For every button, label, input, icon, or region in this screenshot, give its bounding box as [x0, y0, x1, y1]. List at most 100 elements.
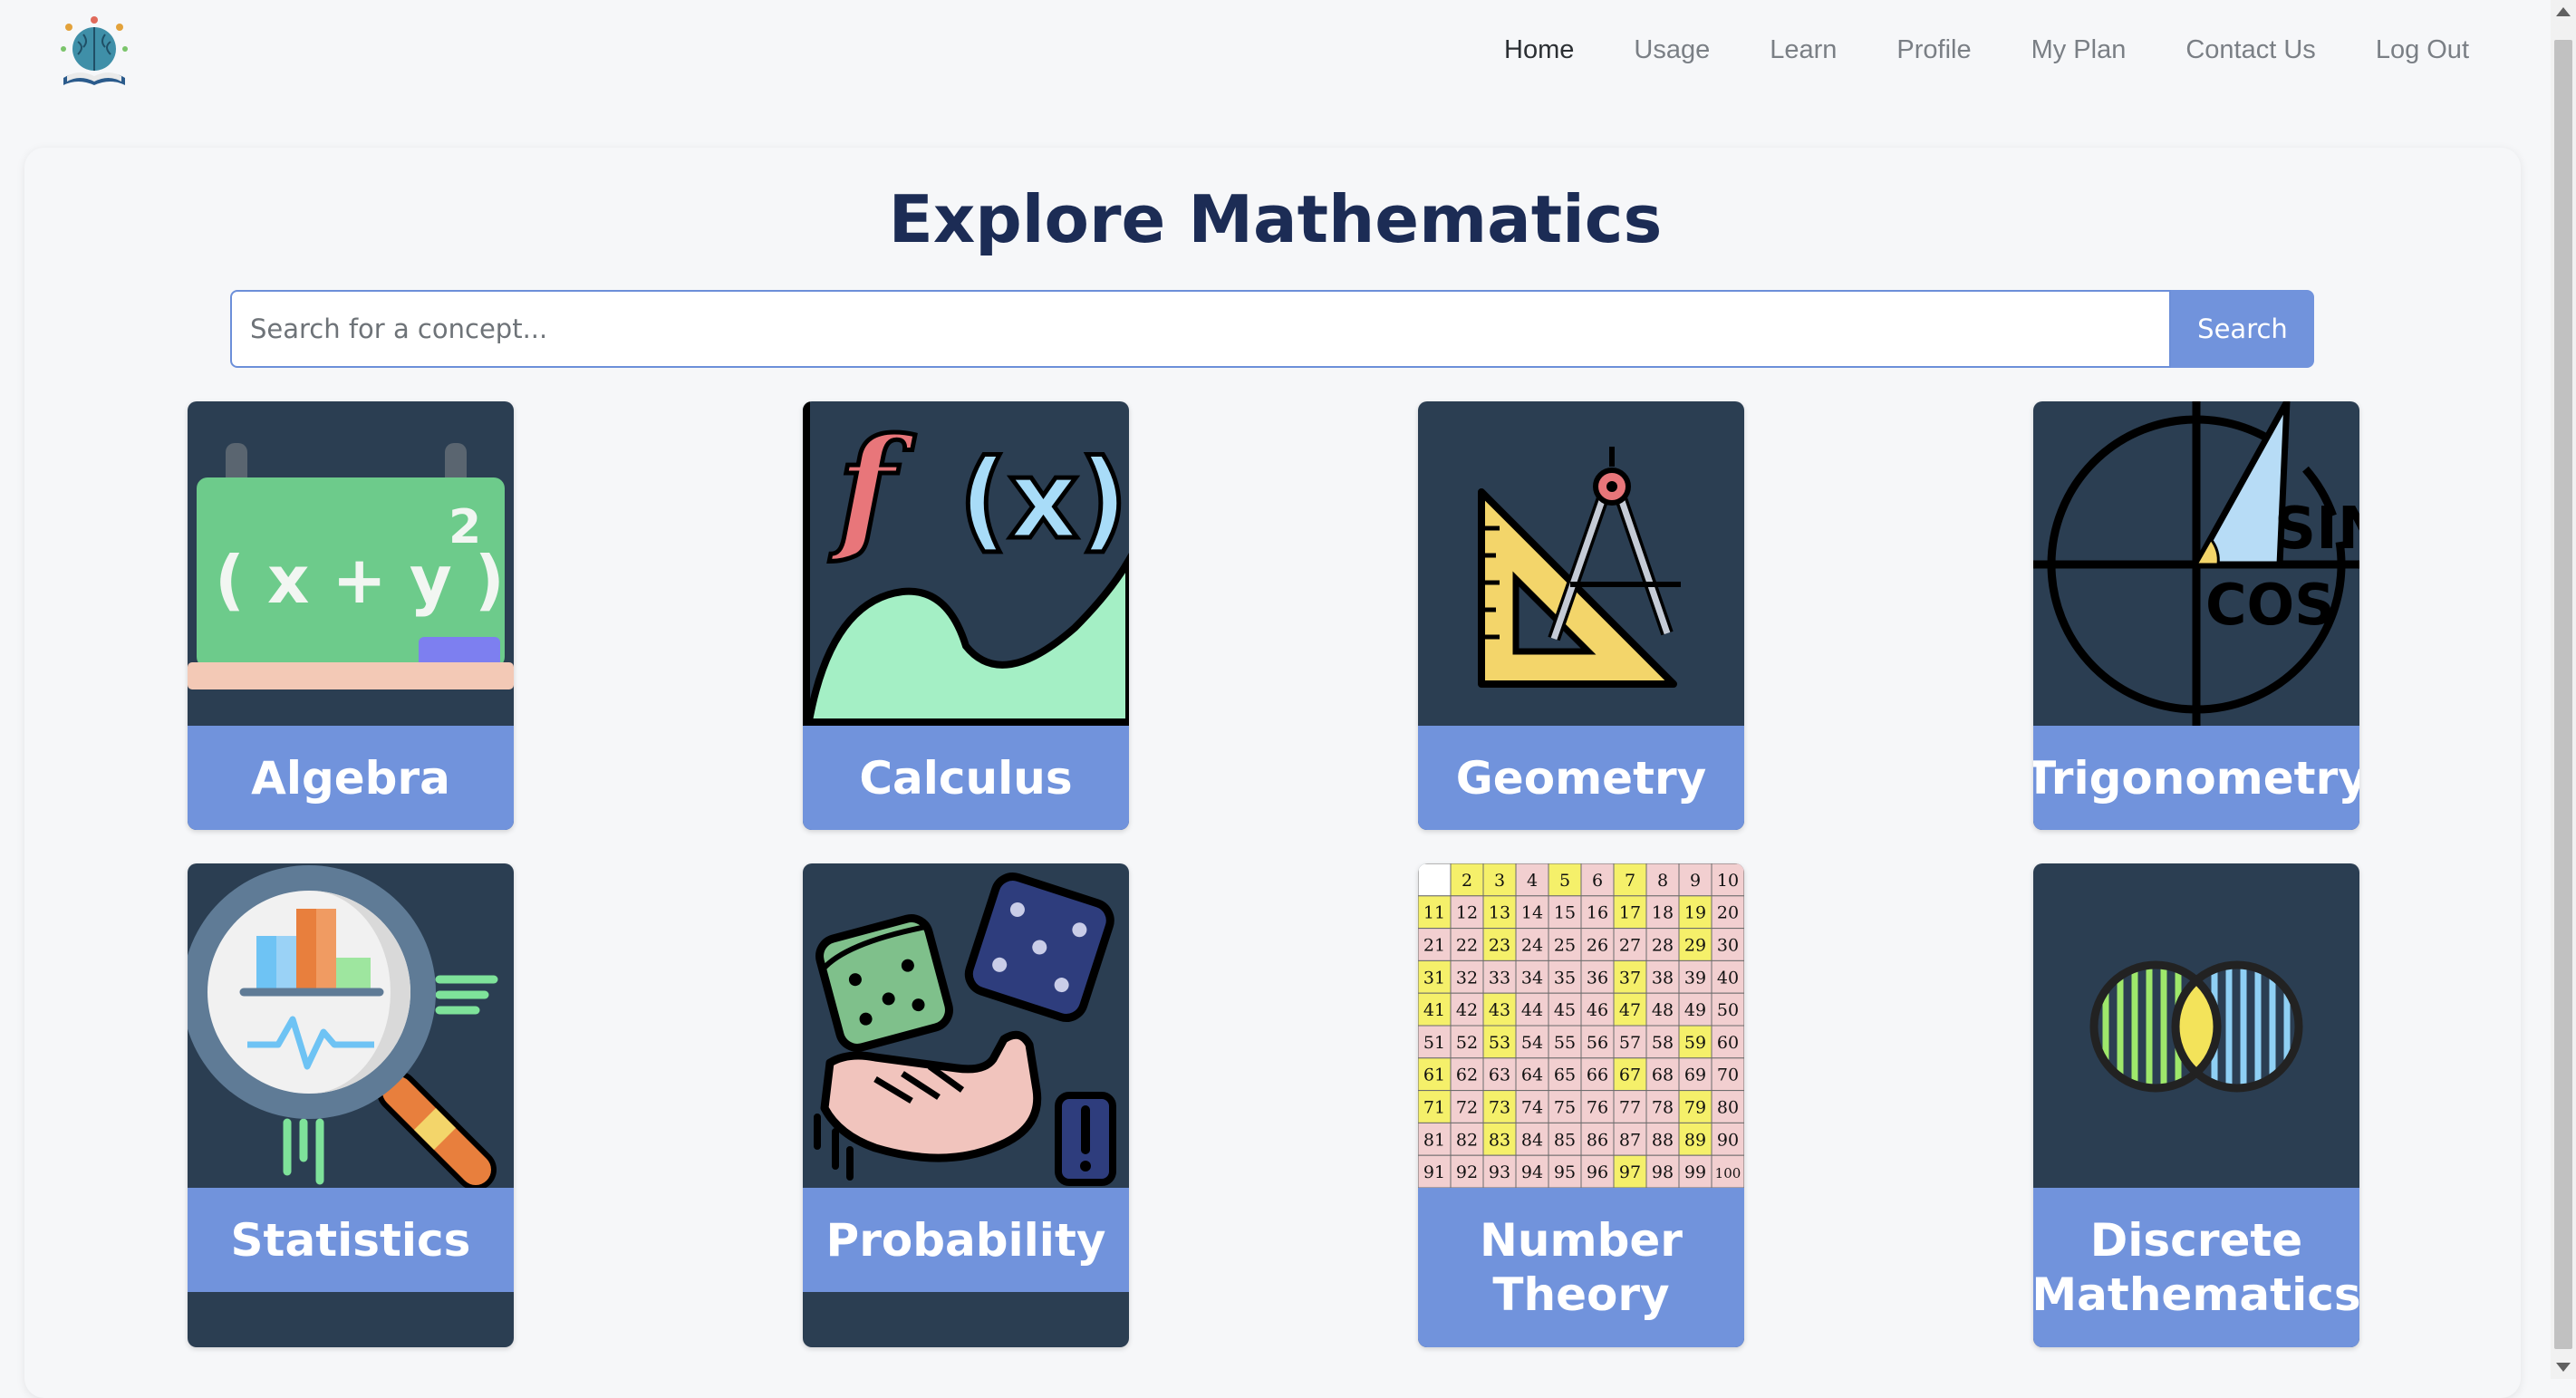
topic-card-trigonometry[interactable]: SIN COS Trigonometry: [2033, 401, 2359, 830]
page-scrollbar[interactable]: [2551, 0, 2576, 1379]
svg-text:11: 11: [1423, 903, 1445, 923]
calculus-f-text: f: [829, 409, 915, 568]
svg-text:22: 22: [1456, 936, 1478, 956]
topic-label: Number Theory: [1418, 1188, 1744, 1347]
svg-text:91: 91: [1423, 1162, 1445, 1182]
svg-text:77: 77: [1619, 1098, 1641, 1118]
svg-text:66: 66: [1587, 1065, 1608, 1085]
svg-text:90: 90: [1717, 1130, 1739, 1150]
svg-text:10: 10: [1717, 871, 1739, 891]
svg-text:78: 78: [1652, 1098, 1674, 1118]
svg-text:2: 2: [1462, 871, 1472, 891]
svg-text:23: 23: [1489, 936, 1510, 956]
nav-log-out-link[interactable]: Log Out: [2376, 35, 2469, 65]
svg-text:24: 24: [1521, 936, 1543, 956]
svg-text:36: 36: [1587, 968, 1608, 988]
svg-text:86: 86: [1587, 1130, 1608, 1150]
svg-text:52: 52: [1456, 1033, 1478, 1053]
scroll-down-arrow-icon[interactable]: [2556, 1363, 2571, 1372]
svg-text:64: 64: [1521, 1065, 1543, 1085]
brain-book-logo-icon[interactable]: [56, 14, 132, 91]
topic-label: Algebra: [188, 726, 514, 830]
svg-text:8: 8: [1657, 871, 1668, 891]
svg-text:56: 56: [1587, 1033, 1608, 1053]
svg-text:74: 74: [1521, 1098, 1543, 1118]
calculus-x-text: (x): [959, 438, 1128, 564]
svg-text:85: 85: [1554, 1130, 1576, 1150]
topic-card-calculus[interactable]: f (x) Calculus: [803, 401, 1129, 830]
topic-card-algebra[interactable]: ( x + y ) 2 Algebra: [188, 401, 514, 830]
nav-contact-us-link[interactable]: Contact Us: [2185, 35, 2315, 65]
search-input[interactable]: [230, 290, 2171, 368]
nav-profile-link[interactable]: Profile: [1896, 35, 1971, 65]
svg-text:17: 17: [1619, 903, 1641, 923]
svg-text:21: 21: [1423, 936, 1445, 956]
function-graph-icon: f (x): [803, 401, 1129, 729]
svg-text:3: 3: [1494, 871, 1505, 891]
svg-text:94: 94: [1521, 1162, 1543, 1182]
search-bar: Search: [230, 290, 2314, 368]
svg-text:82: 82: [1456, 1130, 1478, 1150]
svg-text:97: 97: [1619, 1162, 1641, 1182]
svg-text:31: 31: [1423, 968, 1445, 988]
svg-text:81: 81: [1423, 1130, 1445, 1150]
svg-text:99: 99: [1684, 1162, 1706, 1182]
topic-card-discrete-mathematics[interactable]: Discrete Mathematics: [2033, 863, 2359, 1347]
chalkboard-formula-icon: ( x + y ) 2: [188, 401, 514, 726]
svg-text:71: 71: [1423, 1098, 1445, 1118]
page-title: Explore Mathematics: [888, 181, 1663, 257]
topic-label: Probability: [803, 1188, 1129, 1292]
svg-text:76: 76: [1587, 1098, 1608, 1118]
svg-text:100: 100: [1715, 1165, 1741, 1181]
svg-text:88: 88: [1652, 1130, 1674, 1150]
svg-text:75: 75: [1554, 1098, 1576, 1118]
svg-text:42: 42: [1456, 1000, 1478, 1020]
scroll-thumb[interactable]: [2554, 40, 2572, 1349]
svg-text:87: 87: [1619, 1130, 1641, 1150]
topic-label: Calculus: [803, 726, 1129, 830]
ruler-compass-icon: [1418, 401, 1744, 726]
svg-text:27: 27: [1619, 936, 1641, 956]
svg-text:58: 58: [1652, 1033, 1674, 1053]
topic-card-probability[interactable]: Probability: [803, 863, 1129, 1347]
unit-circle-icon: SIN COS: [2033, 401, 2359, 726]
nav-usage-link[interactable]: Usage: [1634, 35, 1710, 65]
topic-label: Geometry: [1418, 726, 1744, 830]
svg-text:83: 83: [1489, 1130, 1510, 1150]
svg-text:12: 12: [1456, 903, 1478, 923]
trig-sin-text: SIN: [2274, 496, 2359, 563]
svg-text:67: 67: [1619, 1065, 1641, 1085]
nav-my-plan-link[interactable]: My Plan: [2031, 35, 2127, 65]
trig-cos-text: COS: [2205, 572, 2335, 638]
svg-text:26: 26: [1587, 936, 1608, 956]
topic-label: Discrete Mathematics: [2033, 1188, 2359, 1347]
dice-hand-icon: [803, 863, 1129, 1188]
svg-text:49: 49: [1684, 1000, 1706, 1020]
svg-text:29: 29: [1684, 936, 1706, 956]
nav-learn-link[interactable]: Learn: [1770, 35, 1837, 65]
nav-home-link[interactable]: Home: [1504, 35, 1574, 65]
svg-text:32: 32: [1456, 968, 1478, 988]
svg-text:92: 92: [1456, 1162, 1478, 1182]
svg-text:69: 69: [1684, 1065, 1706, 1085]
topic-label: Trigonometry: [2033, 726, 2359, 830]
topic-card-geometry[interactable]: Geometry: [1418, 401, 1744, 830]
svg-text:15: 15: [1554, 903, 1576, 923]
svg-text:5: 5: [1559, 871, 1570, 891]
svg-text:14: 14: [1521, 903, 1543, 923]
svg-text:60: 60: [1717, 1033, 1739, 1053]
topic-card-statistics[interactable]: Statistics: [188, 863, 514, 1347]
svg-text:38: 38: [1652, 968, 1674, 988]
algebra-exponent-text: 2: [449, 500, 481, 554]
search-button[interactable]: Search: [2171, 290, 2314, 368]
topic-label: Statistics: [188, 1188, 514, 1292]
svg-text:34: 34: [1521, 968, 1543, 988]
topic-card-number-theory[interactable]: 2 3 4 5 6 7 8 9 10 11 12 13 14 15 16 17 18 19 20 21 22 23 24 25…: [1418, 863, 1744, 1347]
svg-text:98: 98: [1652, 1162, 1674, 1182]
scroll-up-arrow-icon[interactable]: [2556, 7, 2571, 16]
svg-text:61: 61: [1423, 1065, 1445, 1085]
svg-text:28: 28: [1652, 936, 1674, 956]
top-navbar: Home Usage Learn Profile My Plan Contact…: [0, 0, 2551, 115]
svg-text:44: 44: [1521, 1000, 1543, 1020]
svg-text:96: 96: [1587, 1162, 1608, 1182]
